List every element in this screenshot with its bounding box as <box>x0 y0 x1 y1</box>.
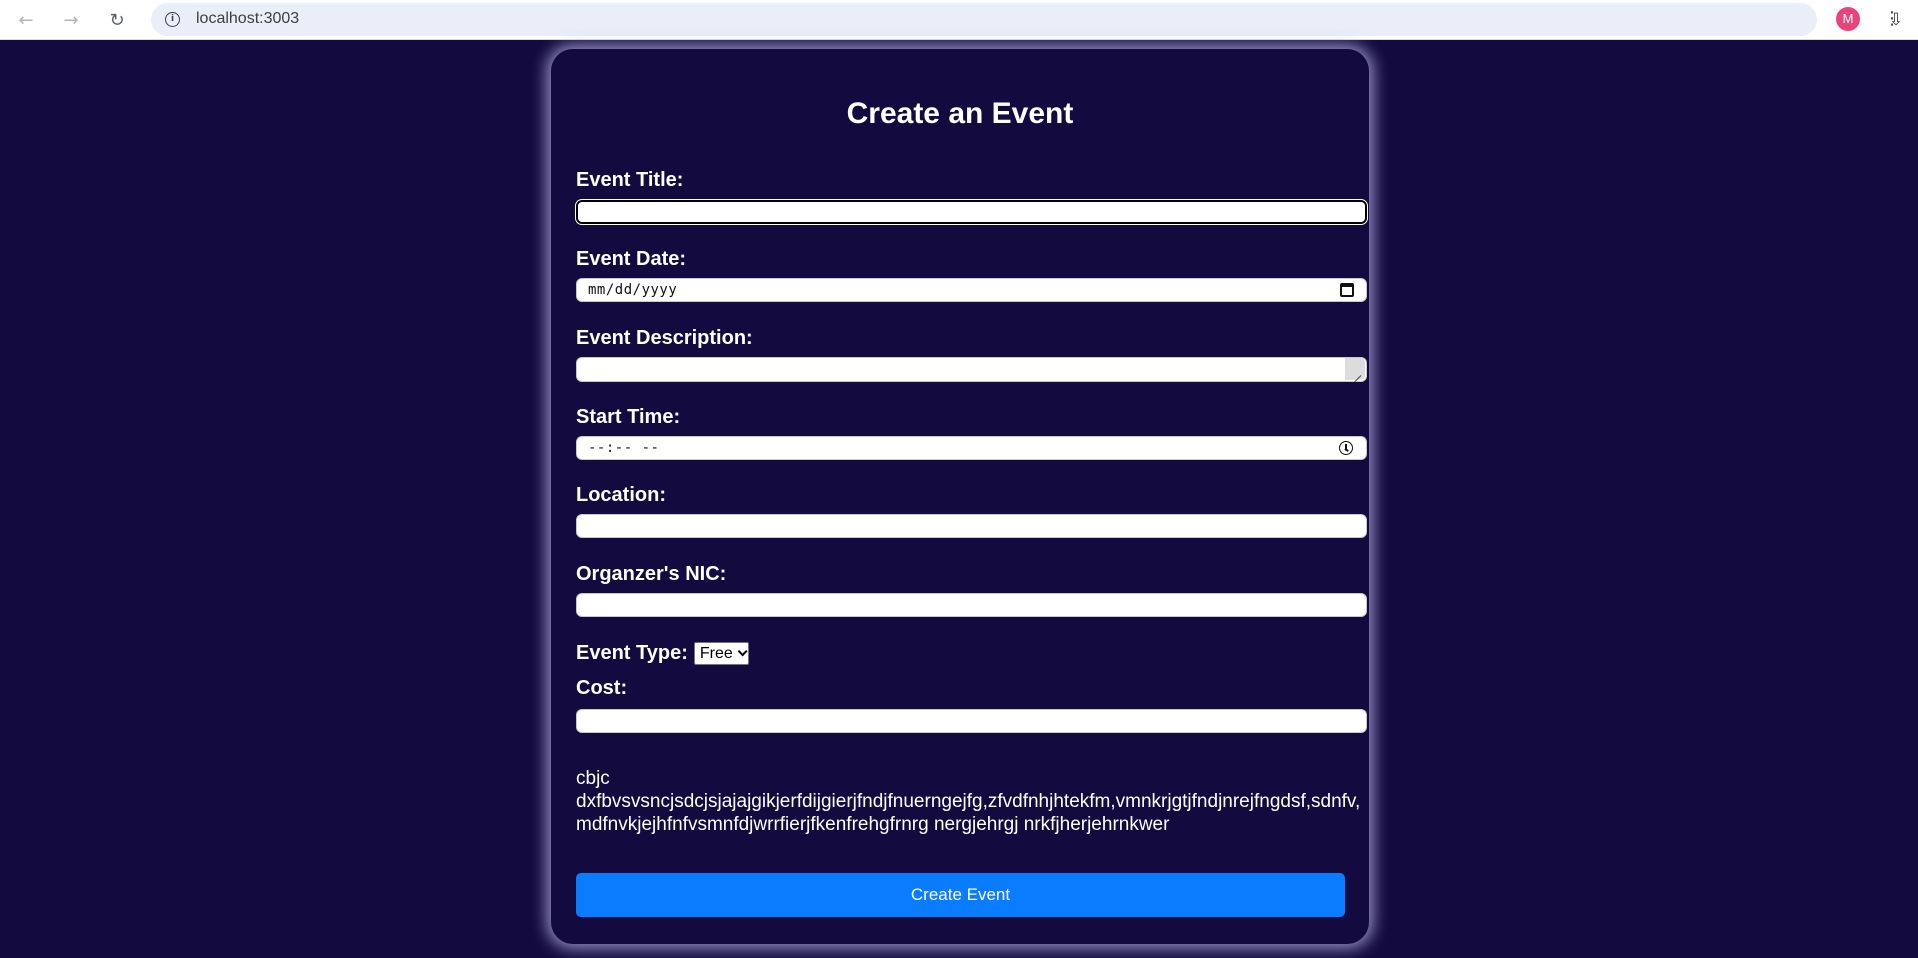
event-description-preview: cbjc dxfbvsvsncjsdcjsjajajgikjerfdijgier… <box>576 768 1361 835</box>
url-text[interactable]: localhost:3003 <box>196 10 299 28</box>
event-title-label: Event Title: <box>576 169 684 191</box>
event-type-selected-value: Free <box>699 644 733 662</box>
event-title-input[interactable] <box>575 199 1368 225</box>
start-time-label: Start Time: <box>576 406 681 428</box>
create-event-card: Create an Event Event Title: Event Date:… <box>551 49 1369 944</box>
browser-menu-icon[interactable]: ⋮ <box>1883 6 1901 34</box>
organizer-nic-input[interactable] <box>576 593 1367 617</box>
reload-icon[interactable]: ↻ <box>103 6 131 34</box>
location-label: Location: <box>576 484 666 506</box>
event-date-placeholder: mm/dd/yyyy <box>588 282 678 298</box>
event-description-textarea[interactable] <box>576 357 1367 382</box>
profile-avatar[interactable]: M <box>1836 7 1860 31</box>
clock-icon[interactable] <box>1339 441 1353 455</box>
browser-toolbar: ← → ↻ i localhost:3003 ⇩ ☆ M ⋮ <box>0 0 1918 40</box>
resize-handle-icon[interactable] <box>1345 358 1365 380</box>
back-arrow-icon[interactable]: ← <box>12 6 40 34</box>
event-date-input[interactable]: mm/dd/yyyy <box>576 278 1367 302</box>
start-time-input[interactable]: --:-- -- <box>576 436 1367 460</box>
event-type-row: Event Type: Free <box>576 642 749 665</box>
chevron-down-icon <box>737 646 748 657</box>
cost-input[interactable] <box>576 709 1367 733</box>
address-bar[interactable]: i localhost:3003 ⇩ ☆ <box>151 3 1903 36</box>
forward-arrow-icon[interactable]: → <box>57 6 85 34</box>
event-date-label: Event Date: <box>576 248 687 270</box>
organizer-nic-label: Organzer's NIC: <box>576 563 727 585</box>
event-type-select[interactable]: Free <box>693 642 749 665</box>
calendar-icon[interactable] <box>1340 283 1354 297</box>
location-input[interactable] <box>576 514 1367 538</box>
event-type-label: Event Type: <box>576 642 688 664</box>
create-event-button[interactable]: Create Event <box>576 873 1345 917</box>
page-title: Create an Event <box>846 97 1074 130</box>
cost-label: Cost: <box>576 677 628 699</box>
site-info-icon[interactable]: i <box>165 12 180 27</box>
start-time-placeholder: --:-- -- <box>588 440 660 456</box>
event-description-label: Event Description: <box>576 327 753 349</box>
